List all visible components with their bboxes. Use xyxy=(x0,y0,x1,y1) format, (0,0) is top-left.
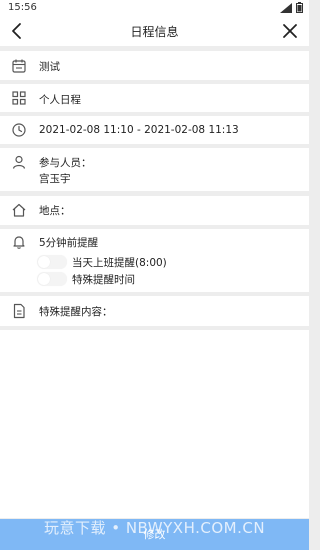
modify-button[interactable]: 修改 xyxy=(0,519,309,550)
special-content-label: 特殊提醒内容： xyxy=(39,306,113,318)
participants-row: 参与人员： 宫玉宇 xyxy=(0,148,309,191)
toggle-knob xyxy=(38,256,50,268)
signal-icon xyxy=(280,2,292,13)
toggle-knob xyxy=(38,273,50,285)
calendar-icon xyxy=(12,59,26,73)
bell-icon xyxy=(13,236,25,249)
reminder-text: 5分钟前提醒 xyxy=(39,237,99,249)
grid-icon xyxy=(12,91,26,105)
schedule-name-row: 测试 xyxy=(0,51,309,80)
special-content-row: 特殊提醒内容： xyxy=(0,296,309,326)
close-icon[interactable] xyxy=(279,20,301,42)
special-time-toggle[interactable] xyxy=(37,272,67,286)
clock-icon xyxy=(12,123,26,137)
home-icon xyxy=(12,203,26,217)
status-time: 15:56 xyxy=(8,2,37,13)
document-icon xyxy=(13,303,25,319)
workday-reminder-toggle[interactable] xyxy=(37,255,67,269)
location-label: 地点： xyxy=(39,205,71,217)
time-range: 2021-02-08 11:10 - 2021-02-08 11:13 xyxy=(39,124,239,136)
time-range-row: 2021-02-08 11:10 - 2021-02-08 11:13 xyxy=(0,116,309,144)
status-icons xyxy=(280,2,303,13)
location-row: 地点： xyxy=(0,196,309,225)
participants-value: 宫玉宇 xyxy=(39,173,71,185)
workday-reminder-label: 当天上班提醒(8:00) xyxy=(72,257,167,269)
person-icon xyxy=(12,155,26,169)
special-time-label: 特殊提醒时间 xyxy=(72,274,135,286)
status-bar: 15:56 xyxy=(0,0,309,16)
special-content-area[interactable] xyxy=(0,330,309,518)
reminder-row: 5分钟前提醒 当天上班提醒(8:00) 特殊提醒时间 xyxy=(0,229,309,292)
schedule-type-row: 个人日程 xyxy=(0,84,309,112)
page-title: 日程信息 xyxy=(130,25,179,39)
participants-label: 参与人员： xyxy=(39,157,92,169)
schedule-type: 个人日程 xyxy=(39,94,81,106)
nav-bar: 日程信息 xyxy=(0,16,309,46)
schedule-name: 测试 xyxy=(39,61,60,73)
battery-icon xyxy=(296,2,303,13)
